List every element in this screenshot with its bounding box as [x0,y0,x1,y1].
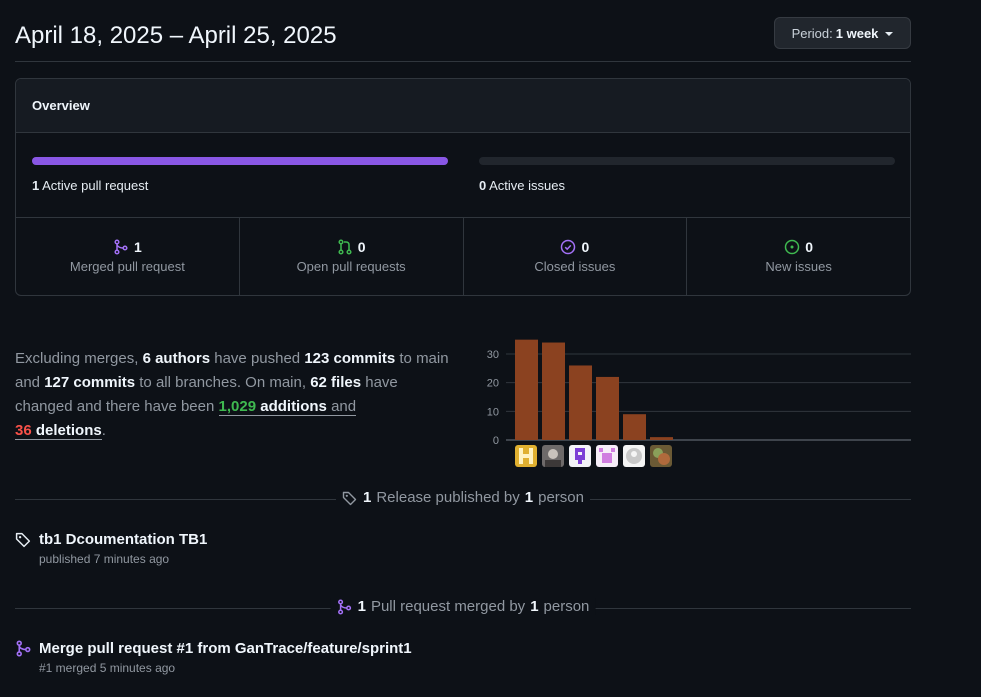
contributor-bar[interactable] [596,376,619,440]
page-header: April 18, 2025 – April 25, 2025 Period: … [15,0,911,62]
stat-closed-issues[interactable]: 0 Closed issues [464,218,688,295]
closed-issue-count: 0 [581,239,590,255]
tag-icon [342,491,357,505]
release-person-word: person [538,489,584,506]
active-issues-bar[interactable] [479,157,895,165]
stat-open-prs[interactable]: 0 Open pull requests [240,218,464,295]
summary-text: . [101,422,106,439]
avatar-identicon [519,448,533,464]
period-prefix: Period: [791,25,833,41]
commit-summary: Excluding merges, 6 authors have pushed … [15,347,455,443]
additions-link[interactable]: 1,029 additions and [218,398,357,416]
merged-pr-count: 1 [133,239,142,255]
summary-text: to all branches. On main, [135,374,311,391]
releases-divider: 1 Release published by 1 person [15,489,911,509]
contributor-bar[interactable] [515,339,538,440]
overview-progress: 1 Active pull request 0 Active issues [16,133,910,218]
pull-request-meta: #1 merged 5 minutes ago [39,661,176,675]
release-meta: published 7 minutes ago [39,552,170,566]
contributor-bar[interactable] [542,342,565,440]
avatar[interactable] [569,445,591,467]
pulls-person-word: person [543,598,590,615]
release-people-count: 1 [524,489,534,506]
pull-request-title-link[interactable]: Merge pull request #1 from GanTrace/feat… [39,640,412,657]
new-issue-label: New issues [765,259,832,274]
active-pr-text: Active pull request [42,178,149,193]
contributor-bar[interactable] [650,437,673,440]
avatar[interactable] [623,445,645,467]
active-pr-label[interactable]: 1 Active pull request [32,178,148,193]
avatar-default-icon [626,448,642,464]
active-pr-count: 1 [32,178,40,193]
closed-issue-label: Closed issues [534,259,616,274]
y-tick-label: 30 [487,349,499,361]
summary-text: Excluding merges, [15,350,143,367]
deletions-link[interactable]: 36 deletions [15,422,102,440]
authors-count: 6 authors [142,350,211,367]
avatar[interactable] [542,445,564,467]
open-pr-count: 0 [357,239,366,255]
overview-stats: 1 Merged pull request 0 Open pull reques… [16,218,910,295]
merged-pr-label: Merged pull request [69,259,185,274]
period-value: 1 week [835,25,879,41]
pulls-count: 1 [357,598,366,615]
new-issue-count: 0 [805,239,814,255]
avatar-photo [545,449,561,467]
release-count: 1 [363,489,372,506]
contributor-bar[interactable] [569,365,592,440]
period-dropdown-button[interactable]: Period: 1 week [774,17,911,49]
avatar[interactable] [596,445,618,467]
summary-text: and [326,398,357,415]
deletions-number: 36 [15,422,32,439]
merged-pr-icon [114,239,128,255]
y-tick-label: 0 [493,435,499,447]
active-issues-label[interactable]: 0 Active issues [479,178,565,193]
caret-down-icon [885,31,894,36]
avatar-photo [653,448,670,465]
release-divider-text: Release published by [376,489,520,506]
avatar[interactable] [515,445,537,467]
files-changed-count: 62 files [310,374,362,391]
commits-all-count: 127 commits [44,374,136,391]
additions-number: 1,029 [218,398,257,415]
release-item: tb1 Dcoumentation TB1 published 7 minute… [15,531,207,566]
overview-title: Overview [16,79,910,133]
pulls-people-count: 1 [530,598,539,615]
release-title-link[interactable]: tb1 Dcoumentation TB1 [39,531,207,548]
overview-box: Overview 1 Active pull request 0 Active … [15,78,911,296]
date-range-title: April 18, 2025 – April 25, 2025 [15,22,337,49]
avatar[interactable] [650,445,672,467]
avatar-identicon [575,448,585,464]
active-issues-text: Active issues [489,178,566,193]
active-pr-bar-fill [32,157,448,165]
closed-issue-icon [561,239,576,255]
stat-new-issues[interactable]: 0 New issues [687,218,910,295]
merged-pr-icon [16,640,31,657]
avatar-identicon [599,448,615,463]
stat-merged-prs[interactable]: 1 Merged pull request [16,218,240,295]
pulls-divider-text: Pull request merged by [370,598,526,615]
open-pr-icon [338,239,352,255]
contributor-bar[interactable] [623,414,646,440]
new-issue-icon [784,239,800,255]
commits-main-count: 123 commits [304,350,396,367]
summary-text: have pushed [210,350,305,367]
deletions-word: deletions [31,422,102,439]
additions-word: additions [256,398,327,415]
contributors-chart: 0 10 20 30 [470,330,911,470]
y-tick-label: 10 [487,406,499,418]
tag-icon [15,532,31,548]
pull-request-item: Merge pull request #1 from GanTrace/feat… [15,640,412,675]
y-tick-label: 20 [487,378,499,390]
merged-pr-icon [338,598,352,615]
active-issues-count: 0 [479,178,487,193]
active-pr-bar[interactable] [32,157,448,165]
open-pr-label: Open pull requests [296,259,406,274]
pulls-divider: 1 Pull request merged by 1 person [15,598,911,618]
